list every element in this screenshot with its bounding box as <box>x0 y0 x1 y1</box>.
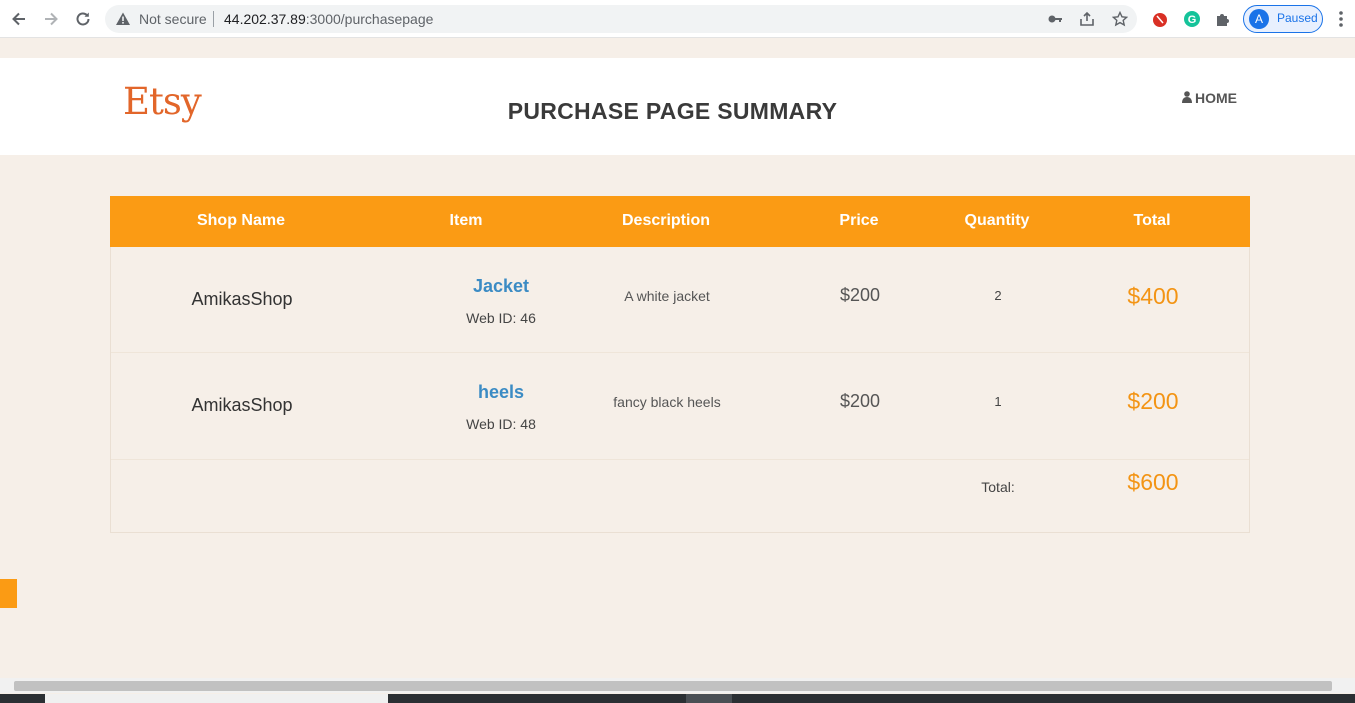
svg-text:G: G <box>1188 14 1197 26</box>
star-icon[interactable] <box>1111 10 1129 28</box>
browser-toolbar: Not secure 44.202.37.89:3000/purchasepag… <box>0 0 1355 38</box>
grand-total-value: $600 <box>1127 469 1179 495</box>
shop-name: AmikasShop <box>191 395 293 415</box>
extensions-puzzle-icon[interactable] <box>1213 9 1233 29</box>
table-header: Shop Name Item Description Price Quantit… <box>110 196 1250 247</box>
row-divider <box>111 459 1249 460</box>
share-icon[interactable] <box>1078 10 1096 28</box>
more-menu-icon[interactable] <box>1332 9 1350 29</box>
row-divider <box>111 352 1249 353</box>
extension-apple-icon[interactable] <box>1150 9 1170 29</box>
key-icon[interactable] <box>1046 10 1064 28</box>
side-tab[interactable] <box>0 579 17 608</box>
horizontal-scrollbar[interactable] <box>0 678 1355 693</box>
divider <box>213 11 214 27</box>
item-link[interactable]: heels <box>441 382 561 403</box>
grammarly-icon[interactable]: G <box>1182 9 1202 29</box>
item-price: $200 <box>839 285 881 305</box>
profile-button[interactable]: A Paused <box>1243 5 1323 33</box>
back-icon[interactable] <box>8 8 30 30</box>
user-icon <box>1182 90 1192 106</box>
security-status[interactable]: Not secure <box>139 11 207 27</box>
home-label: HOME <box>1195 90 1237 106</box>
item-description: A white jacket <box>624 288 710 304</box>
warning-icon[interactable] <box>115 11 131 27</box>
column-header-total: Total <box>1133 212 1171 229</box>
item-quantity: 2 <box>994 288 1002 303</box>
column-header-item: Item <box>449 212 483 229</box>
item-quantity: 1 <box>994 394 1002 409</box>
taskbar-item[interactable] <box>45 694 388 703</box>
forward-icon[interactable] <box>40 8 62 30</box>
url-host: 44.202.37.89 <box>224 11 306 27</box>
page-title: PURCHASE PAGE SUMMARY <box>507 98 838 124</box>
item-link[interactable]: Jacket <box>441 276 561 297</box>
item-description: fancy black heels <box>613 394 721 410</box>
web-id: Web ID: 46 <box>466 310 536 326</box>
url-path: :3000/purchasepage <box>305 11 434 27</box>
taskbar-item[interactable] <box>686 694 732 703</box>
row-total: $400 <box>1127 283 1179 309</box>
scrollbar-thumb[interactable] <box>14 681 1332 691</box>
column-header-shop: Shop Name <box>196 212 285 229</box>
profile-status: Paused <box>1277 11 1318 25</box>
column-header-quantity: Quantity <box>964 212 1030 229</box>
taskbar <box>0 694 1355 703</box>
item-price: $200 <box>839 391 881 411</box>
url-text[interactable]: 44.202.37.89:3000/purchasepage <box>224 11 433 27</box>
grand-total-label: Total: <box>981 479 1015 495</box>
avatar: A <box>1249 9 1269 29</box>
shop-name: AmikasShop <box>191 289 293 309</box>
row-total: $200 <box>1127 388 1179 414</box>
column-header-price: Price <box>839 212 879 229</box>
column-header-description: Description <box>621 212 710 229</box>
home-link[interactable]: HOME <box>1182 90 1237 106</box>
address-bar[interactable]: Not secure 44.202.37.89:3000/purchasepag… <box>105 5 1137 33</box>
web-id: Web ID: 48 <box>466 416 536 432</box>
reload-icon[interactable] <box>72 8 94 30</box>
purchase-table: Shop Name Item Description Price Quantit… <box>110 196 1250 533</box>
